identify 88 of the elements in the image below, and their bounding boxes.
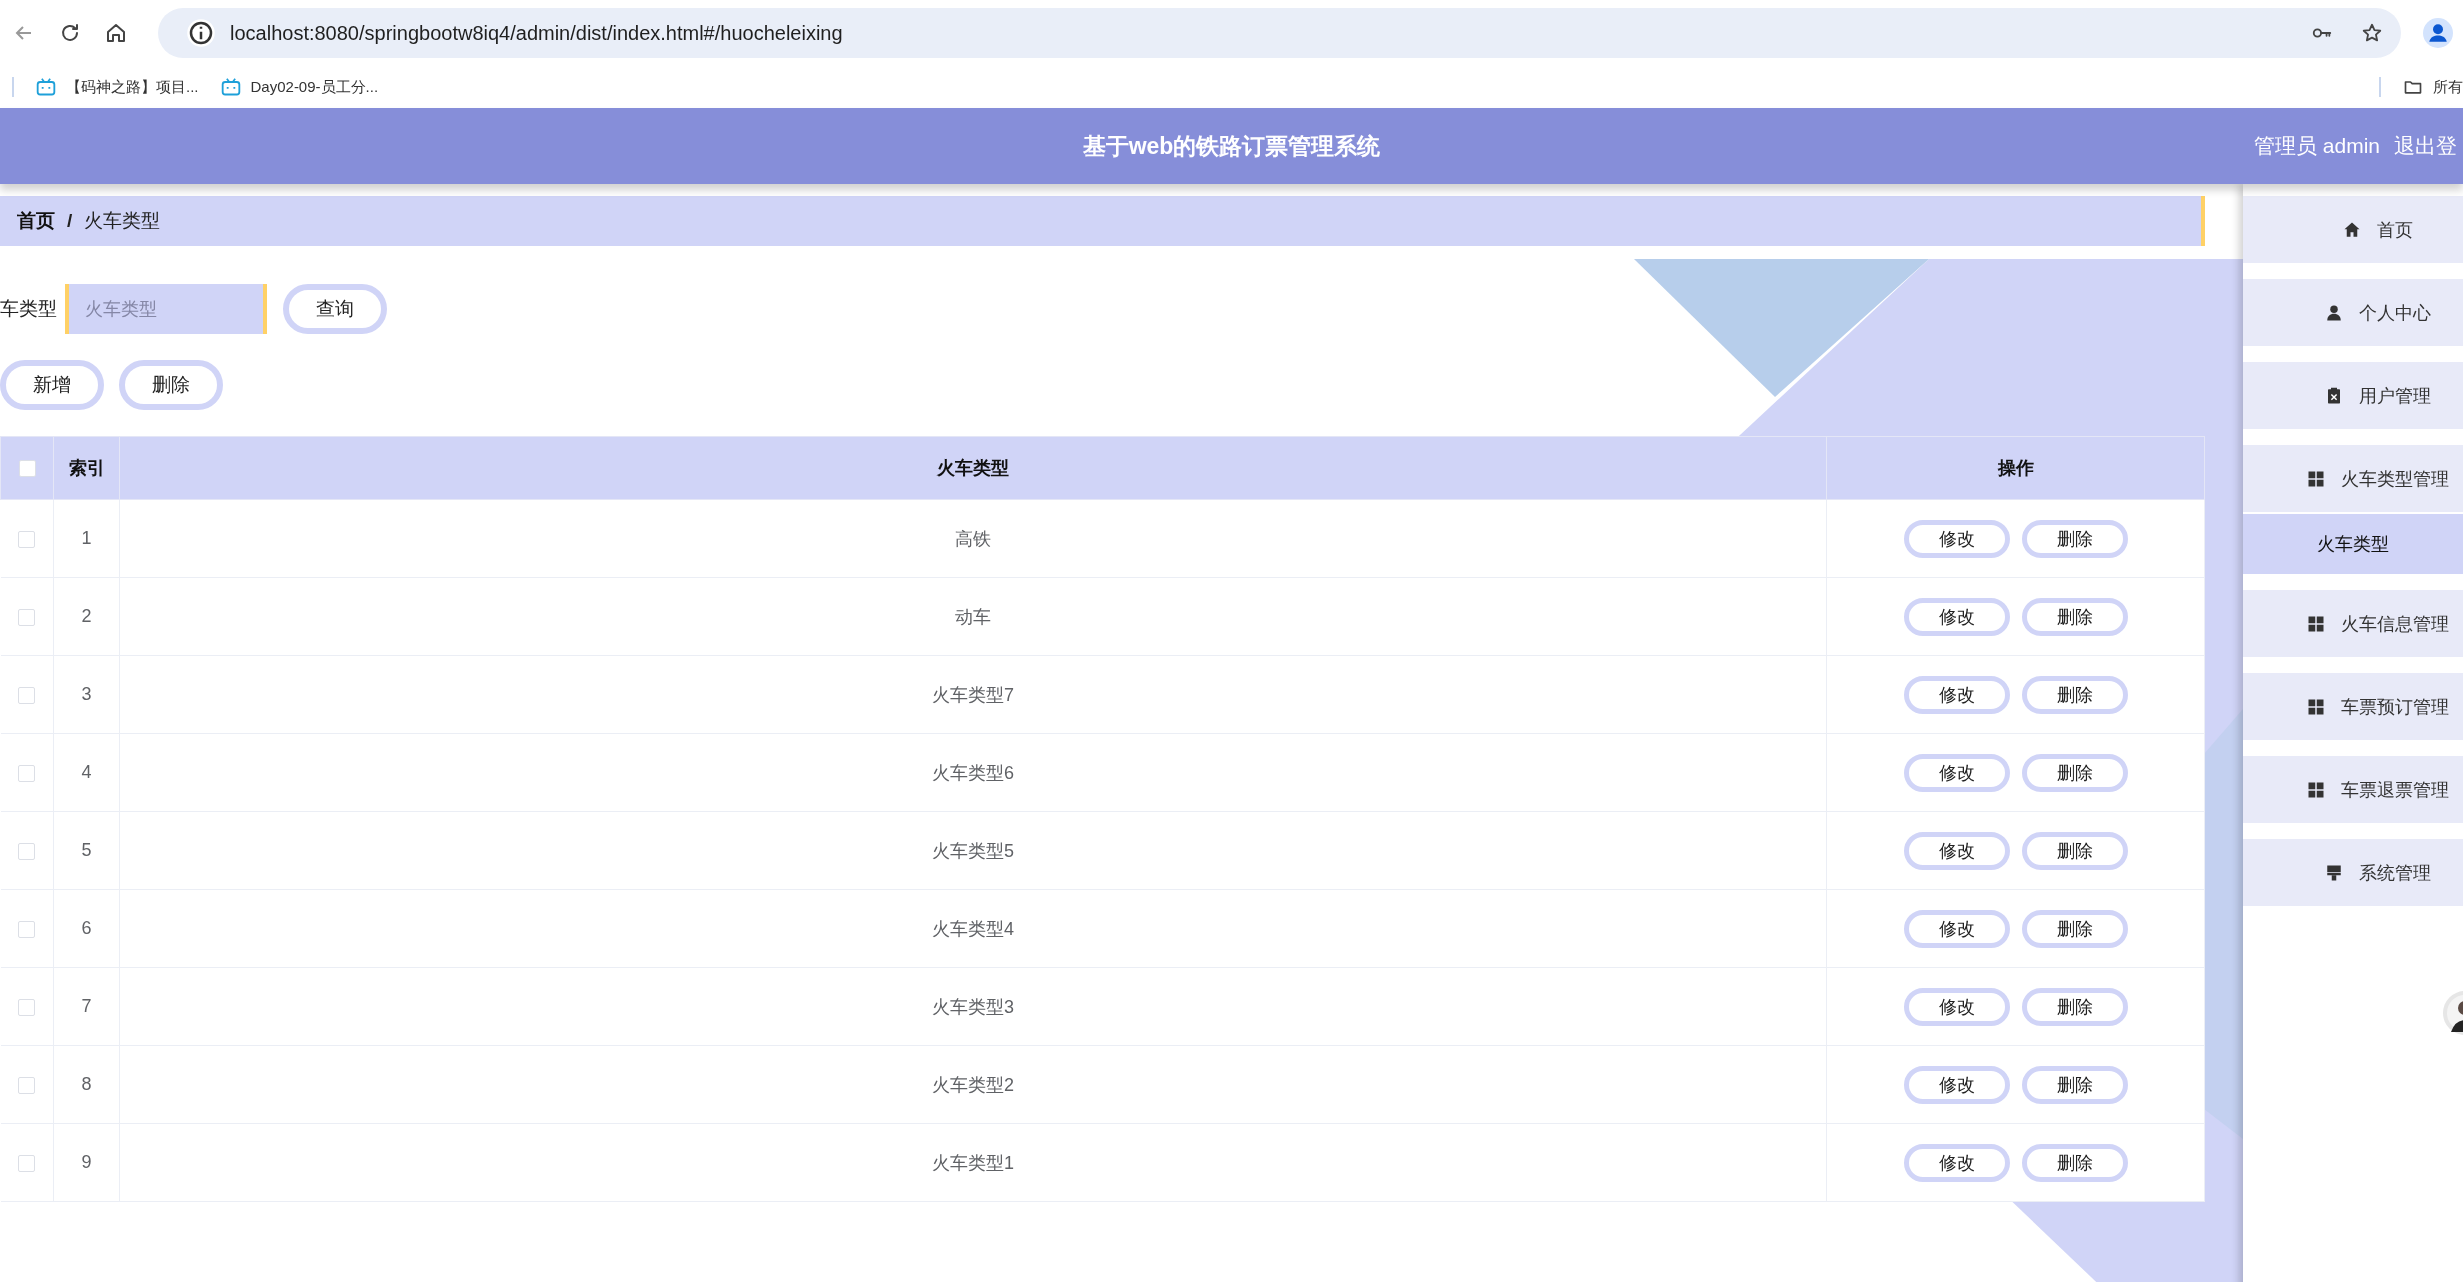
user-icon — [2325, 303, 2343, 322]
profile-icon[interactable] — [2423, 18, 2453, 48]
submenu-item[interactable]: 火车类型 — [2243, 514, 2463, 574]
delete-button[interactable]: 删除 — [2021, 831, 2128, 870]
edit-button[interactable]: 修改 — [1903, 1065, 2010, 1104]
table-cell: 高铁 — [119, 499, 1827, 578]
add-button[interactable]: 新增 — [0, 360, 104, 410]
menu-item[interactable]: 车票预订管理 — [2243, 673, 2463, 740]
row-checkbox[interactable] — [18, 998, 36, 1016]
row-checkbox[interactable] — [18, 920, 36, 938]
grid-icon — [2307, 614, 2325, 633]
search-button[interactable]: 查询 — [283, 284, 387, 334]
table-cell: 6 — [53, 889, 120, 968]
menu-item[interactable]: 系统管理 — [2243, 839, 2463, 906]
menu-item[interactable]: 首页 — [2243, 196, 2463, 263]
edit-button[interactable]: 修改 — [1903, 753, 2010, 792]
edit-button[interactable]: 修改 — [1903, 1143, 2010, 1182]
row-checkbox[interactable] — [18, 1154, 36, 1172]
table-cell: 5 — [53, 811, 120, 890]
breadcrumb-item[interactable]: 首页 — [17, 208, 55, 234]
row-checkbox[interactable] — [18, 686, 36, 704]
edit-button[interactable]: 修改 — [1903, 519, 2010, 558]
home-icon[interactable] — [104, 21, 128, 45]
column-header: 索引 — [53, 436, 120, 500]
table-cell: 火车类型3 — [119, 967, 1827, 1046]
grid-icon — [2307, 697, 2325, 716]
delete-button[interactable]: 删除 — [119, 360, 223, 410]
table-cell: 火车类型6 — [119, 733, 1827, 812]
table-cell: 火车类型1 — [119, 1123, 1827, 1202]
user-name: 管理员 admin — [2253, 133, 2380, 159]
table-cell: 动车 — [119, 577, 1827, 656]
grid-icon — [2307, 780, 2325, 799]
table-cell: 火车类型4 — [119, 889, 1827, 968]
grid-icon — [2307, 469, 2325, 488]
row-checkbox[interactable] — [18, 842, 36, 860]
menu-item[interactable]: 个人中心 — [2243, 279, 2463, 346]
table-cell: 7 — [53, 967, 120, 1046]
table-cell: 9 — [53, 1123, 120, 1202]
tv-icon — [220, 77, 241, 97]
bookmark[interactable]: Day02-09-员工分... — [220, 77, 379, 97]
delete-button[interactable]: 删除 — [2021, 597, 2128, 636]
menu-item[interactable]: 车票退票管理 — [2243, 756, 2463, 823]
table-cell: 火车类型7 — [119, 655, 1827, 734]
bookmark[interactable]: 【码神之路】项目... — [36, 77, 199, 97]
table-cell: 1 — [53, 499, 120, 578]
row-checkbox[interactable] — [18, 608, 36, 626]
table-cell: 4 — [53, 733, 120, 812]
menu-item[interactable]: 用户管理 — [2243, 362, 2463, 429]
edit-button[interactable]: 修改 — [1903, 597, 2010, 636]
delete-button[interactable]: 删除 — [2021, 1065, 2128, 1104]
app-title: 基于web的铁路订票管理系统 — [1082, 131, 1381, 161]
menu-item[interactable]: 火车信息管理 — [2243, 590, 2463, 657]
edit-button[interactable]: 修改 — [1903, 675, 2010, 714]
table-cell: 火车类型5 — [119, 811, 1827, 890]
url-text: localhost:8080/springbootw8iq4/admin/dist/index.html#/huocheleixing — [230, 21, 843, 45]
breadcrumb-separator: / — [67, 210, 73, 232]
edit-button[interactable]: 修改 — [1903, 831, 2010, 870]
row-checkbox[interactable] — [18, 764, 36, 782]
table-cell: 3 — [53, 655, 120, 734]
table-cell: 8 — [53, 1045, 120, 1124]
avatar-icon[interactable] — [2441, 990, 2463, 1036]
breadcrumb-item: 火车类型 — [84, 209, 161, 233]
row-checkbox[interactable] — [18, 1076, 36, 1094]
menu-item[interactable]: 火车类型管理 — [2243, 445, 2463, 512]
delete-button[interactable]: 删除 — [2021, 987, 2128, 1026]
delete-button[interactable]: 删除 — [2021, 1143, 2128, 1182]
select-all-checkbox[interactable] — [18, 460, 36, 478]
address-bar[interactable]: localhost:8080/springbootw8iq4/admin/dist/index.html#/huocheleixing — [158, 8, 2401, 58]
edit-button[interactable]: 修改 — [1903, 909, 2010, 948]
home-icon — [2343, 220, 2361, 239]
star-icon[interactable] — [2361, 22, 2383, 44]
delete-button[interactable]: 删除 — [2021, 909, 2128, 948]
table-cell: 2 — [53, 577, 120, 656]
column-header: 操作 — [1826, 436, 2205, 500]
delete-button[interactable]: 删除 — [2021, 753, 2128, 792]
table-cell: 火车类型2 — [119, 1045, 1827, 1124]
delete-button[interactable]: 删除 — [2021, 519, 2128, 558]
column-header: 火车类型 — [119, 436, 1827, 500]
field-label: 车类型 — [0, 297, 57, 321]
search-field[interactable]: 火车类型 — [65, 284, 267, 334]
tv-icon — [36, 77, 56, 97]
row-checkbox[interactable] — [18, 530, 36, 548]
delete-button[interactable]: 删除 — [2021, 675, 2128, 714]
info-icon — [186, 18, 216, 48]
brush-icon — [2325, 863, 2343, 882]
bookmarks-folder[interactable]: 所有 — [2403, 77, 2463, 97]
clipboard-icon — [2325, 386, 2343, 405]
edit-button[interactable]: 修改 — [1903, 987, 2010, 1026]
